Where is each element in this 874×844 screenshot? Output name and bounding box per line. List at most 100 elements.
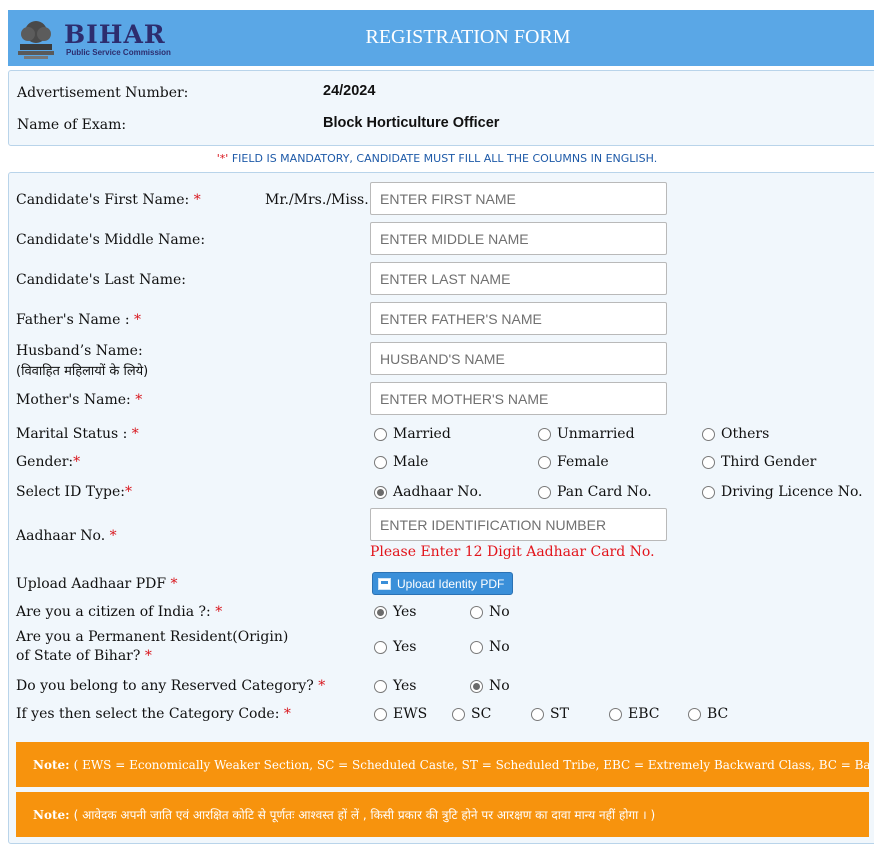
option-label: BC	[707, 706, 729, 722]
husband-name-label: Husband’s Name:	[16, 343, 143, 359]
option-label: Third Gender	[721, 454, 817, 470]
radio-button[interactable]	[609, 707, 622, 721]
option-label: Aadhaar No.	[393, 484, 483, 500]
category-code-label-text: If yes then select the Category Code:	[16, 706, 280, 722]
radio-button[interactable]	[538, 427, 551, 441]
marital-married-option[interactable]: Married	[374, 426, 451, 442]
radio-button[interactable]	[470, 640, 483, 654]
option-label: Yes	[393, 604, 417, 620]
required-mark: *	[135, 392, 143, 408]
option-label: SC	[471, 706, 492, 722]
gender-label: Gender:*	[16, 454, 80, 470]
option-label: Married	[393, 426, 451, 442]
option-label: Female	[557, 454, 609, 470]
required-mark: *	[144, 648, 152, 664]
radio-button[interactable]	[702, 427, 715, 441]
radio-button[interactable]	[702, 455, 715, 469]
id-type-label-text: Select ID Type:	[16, 484, 125, 500]
category-bc-option[interactable]: BC	[688, 706, 728, 722]
note-text: ( EWS = Economically Weaker Section, SC …	[73, 757, 869, 772]
mandatory-star: '*'	[216, 152, 229, 165]
option-label: No	[489, 678, 510, 694]
radio-button[interactable]	[702, 485, 715, 499]
option-label: EWS	[393, 706, 428, 722]
radio-button[interactable]	[374, 707, 387, 721]
aadhaar-number-label-text: Aadhaar No.	[16, 528, 106, 544]
advertisement-panel: Advertisement Number: 24/2024 Name of Ex…	[8, 70, 874, 146]
upload-identity-pdf-button[interactable]: Upload Identity PDF	[372, 572, 513, 595]
note-prefix: Note:	[33, 807, 70, 822]
marital-status-label-text: Marital Status :	[16, 426, 128, 442]
gender-female-option[interactable]: Female	[538, 454, 609, 470]
radio-button[interactable]	[374, 679, 387, 693]
radio-button[interactable]	[531, 707, 544, 721]
mother-name-input[interactable]	[370, 382, 667, 415]
middle-name-input[interactable]	[370, 222, 667, 255]
radio-button[interactable]	[374, 640, 387, 654]
radio-button-selected[interactable]	[374, 485, 387, 499]
last-name-input[interactable]	[370, 262, 667, 295]
resident-yes-option[interactable]: Yes	[374, 639, 417, 655]
father-name-label: Father's Name : *	[16, 312, 141, 328]
required-mark: *	[318, 678, 326, 694]
reserved-category-label-text: Do you belong to any Reserved Category?	[16, 678, 314, 694]
husband-name-input[interactable]	[370, 342, 667, 375]
marital-unmarried-option[interactable]: Unmarried	[538, 426, 635, 442]
category-sc-option[interactable]: SC	[452, 706, 491, 722]
mother-name-label: Mother's Name: *	[16, 392, 142, 408]
note-text: ( आवेदक अपनी जाति एवं आरक्षित कोटि से पू…	[73, 808, 656, 822]
required-mark: *	[131, 426, 139, 442]
advertisement-number-label: Advertisement Number:	[17, 85, 189, 101]
category-ebc-option[interactable]: EBC	[609, 706, 659, 722]
resident-no-option[interactable]: No	[470, 639, 510, 655]
radio-button[interactable]	[452, 707, 465, 721]
category-abbreviation-note: Note: ( EWS = Economically Weaker Sectio…	[16, 742, 869, 787]
mandatory-notice: '*' FIELD IS MANDATORY, CANDIDATE MUST F…	[0, 152, 874, 165]
brand-subtitle: Public Service Commission	[66, 48, 171, 57]
radio-button[interactable]	[374, 427, 387, 441]
category-ews-option[interactable]: EWS	[374, 706, 427, 722]
reserved-no-option[interactable]: No	[470, 678, 510, 694]
father-name-input[interactable]	[370, 302, 667, 335]
radio-button[interactable]	[688, 707, 701, 721]
option-label: Pan Card No.	[557, 484, 652, 500]
radio-button-selected[interactable]	[374, 605, 387, 619]
gender-third-option[interactable]: Third Gender	[702, 454, 816, 470]
aadhaar-number-input[interactable]	[370, 508, 667, 541]
last-name-label: Candidate's Last Name:	[16, 272, 186, 288]
gender-male-option[interactable]: Male	[374, 454, 428, 470]
radio-button-selected[interactable]	[470, 679, 483, 693]
citizen-no-option[interactable]: No	[470, 604, 510, 620]
required-mark: *	[170, 576, 178, 592]
mandatory-text: FIELD IS MANDATORY, CANDIDATE MUST FILL …	[231, 152, 658, 165]
first-name-input[interactable]	[370, 182, 667, 215]
husband-name-hindi-note: (विवाहित महिलायों के लिये)	[16, 364, 149, 379]
upload-file-icon	[378, 577, 391, 590]
radio-button[interactable]	[538, 485, 551, 499]
category-code-label: If yes then select the Category Code: *	[16, 706, 291, 722]
required-mark: *	[283, 706, 291, 722]
radio-button[interactable]	[538, 455, 551, 469]
id-aadhaar-option[interactable]: Aadhaar No.	[374, 484, 482, 500]
upload-aadhaar-label-text: Upload Aadhaar PDF	[16, 576, 167, 592]
upload-aadhaar-label: Upload Aadhaar PDF *	[16, 576, 178, 592]
marital-status-label: Marital Status : *	[16, 426, 139, 442]
exam-name-value: Block Horticulture Officer	[323, 115, 500, 131]
radio-button[interactable]	[470, 605, 483, 619]
id-pan-option[interactable]: Pan Card No.	[538, 484, 652, 500]
id-driving-licence-option[interactable]: Driving Licence No.	[702, 484, 863, 500]
exam-name-label: Name of Exam:	[17, 117, 127, 133]
first-name-label-text: Candidate's First Name:	[16, 192, 190, 208]
reserved-category-label: Do you belong to any Reserved Category? …	[16, 678, 325, 694]
category-st-option[interactable]: ST	[531, 706, 569, 722]
gender-label-text: Gender:	[16, 454, 74, 470]
radio-button[interactable]	[374, 455, 387, 469]
reserved-yes-option[interactable]: Yes	[374, 678, 417, 694]
required-mark: *	[73, 454, 81, 470]
marital-others-option[interactable]: Others	[702, 426, 769, 442]
option-label: Driving Licence No.	[721, 484, 863, 500]
salutation-prefix: Mr./Mrs./Miss.	[265, 192, 369, 208]
option-label: Yes	[393, 678, 417, 694]
option-label: Male	[393, 454, 429, 470]
citizen-yes-option[interactable]: Yes	[374, 604, 417, 620]
